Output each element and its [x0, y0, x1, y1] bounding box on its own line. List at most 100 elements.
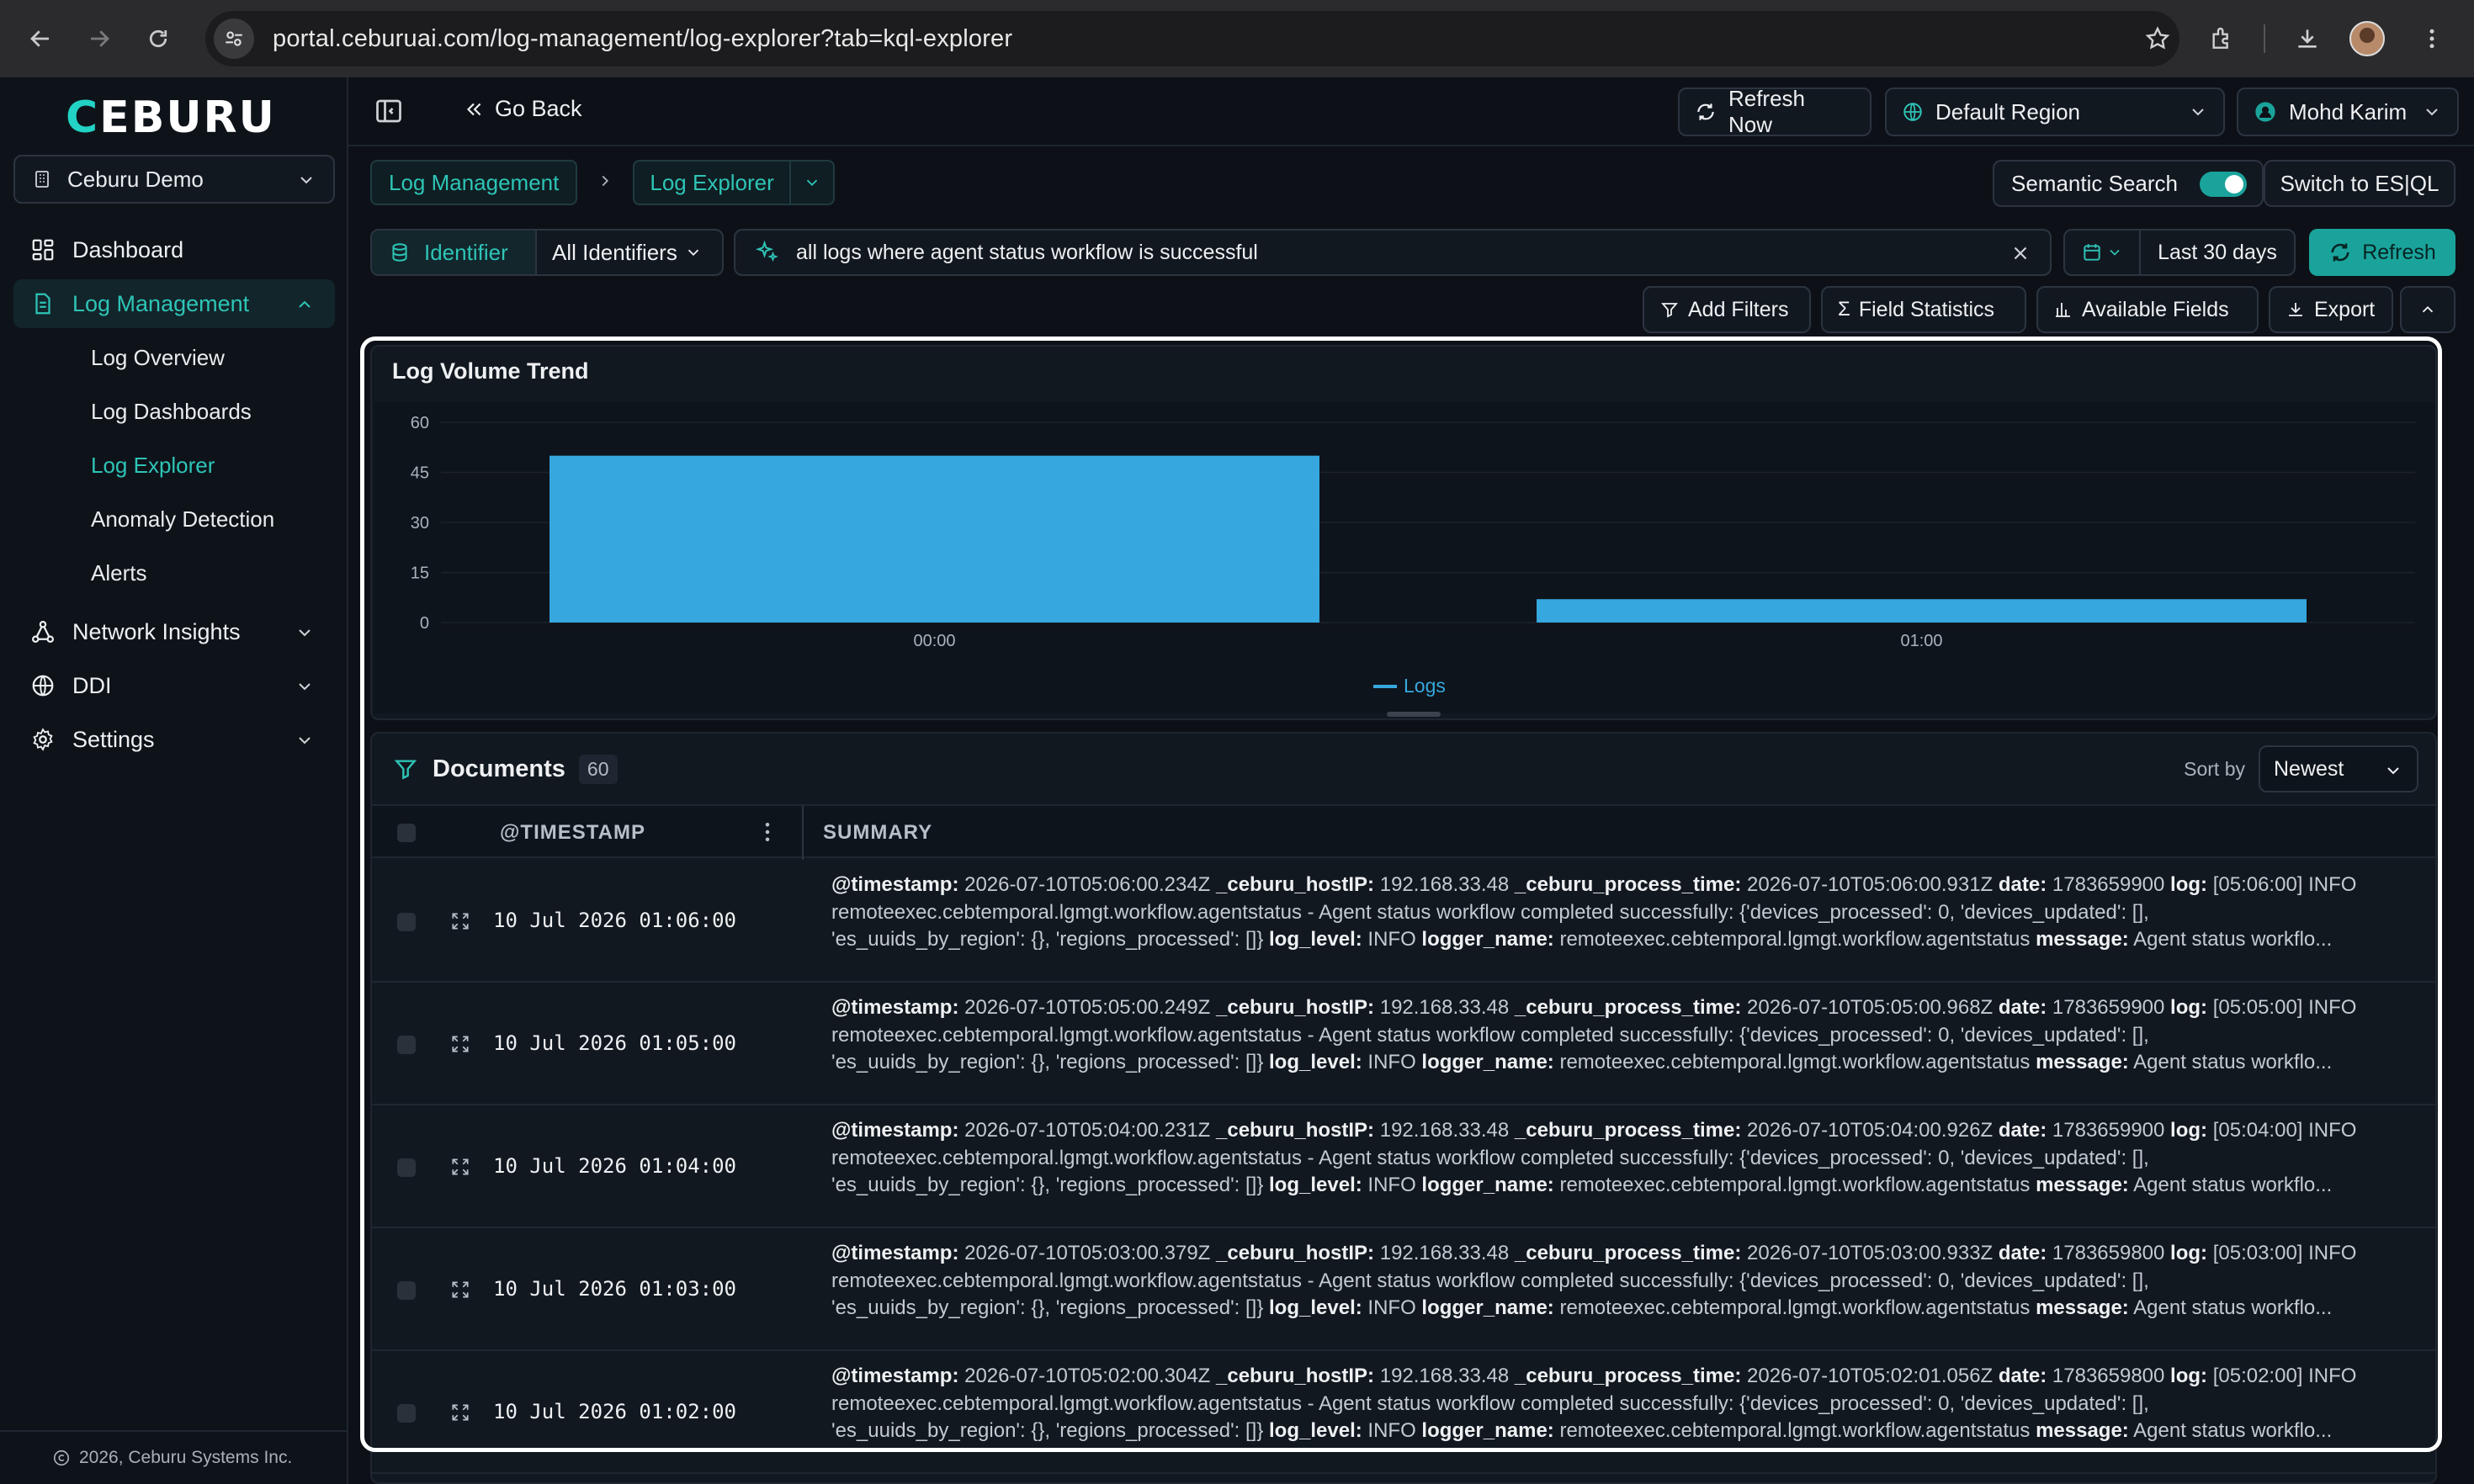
row-checkbox[interactable] [397, 1281, 416, 1300]
breadcrumb-dropdown-toggle[interactable] [791, 162, 833, 204]
chart-bar[interactable] [549, 455, 1319, 623]
documents-panel: Documents 60 Sort by Newest @TIMESTAMP S… [370, 732, 2437, 1484]
refresh-now-button[interactable]: Refresh Now [1678, 86, 1871, 137]
network-icon [32, 621, 54, 643]
table-row[interactable]: 10 Jul 2026 01:03:00 @timestamp: 2026-07-… [372, 1228, 2435, 1351]
sidebar-item-settings[interactable]: Settings [13, 715, 335, 764]
address-bar[interactable]: portal.ceburuai.com/log-management/log-e… [205, 11, 2179, 66]
field-key: _ceburu_hostIP: [1216, 1365, 1375, 1387]
y-tick-label: 0 [420, 614, 429, 633]
field-value: 1783659900 [2047, 996, 2171, 1019]
row-checkbox[interactable] [397, 1036, 416, 1054]
calendar-dropdown[interactable] [2065, 231, 2141, 274]
go-back-button[interactable]: Go Back [463, 96, 582, 122]
collapse-toggle-button[interactable] [2400, 286, 2455, 333]
forward-arrow-icon[interactable] [81, 20, 118, 57]
field-value: 192.168.33.48 [1374, 1242, 1515, 1264]
user-menu[interactable]: Mohd Karim [2237, 87, 2459, 136]
field-value: 1783659900 [2047, 873, 2171, 896]
breadcrumb-log-management[interactable]: Log Management [370, 160, 578, 205]
table-row[interactable]: 10 Jul 2026 01:02:00 @timestamp: 2026-07-… [372, 1351, 2435, 1474]
identifier-label-box: Identifier [372, 231, 537, 274]
chart-legend[interactable]: Logs [1373, 675, 1446, 697]
summary-line-2: remoteexec.cebtemporal.lgmgt.workflow.ag… [831, 1146, 2149, 1169]
x-tick-label: 00:00 [913, 632, 955, 650]
site-settings-icon[interactable] [214, 19, 254, 59]
breadcrumb-log-explorer[interactable]: Log Explorer [633, 160, 835, 205]
org-selector-label: Ceburu Demo [67, 166, 204, 192]
table-row[interactable]: 10 Jul 2026 01:06:00 @timestamp: 2026-07-… [372, 860, 2435, 983]
url-text[interactable]: portal.ceburuai.com/log-management/log-e… [273, 25, 1012, 53]
add-filters-button[interactable]: Add Filters [1643, 286, 1811, 333]
date-range-picker[interactable]: Last 30 days [2063, 229, 2296, 276]
back-arrow-icon[interactable] [22, 20, 59, 57]
ceburu-logo[interactable]: CEBURU [66, 93, 276, 143]
column-menu-icon[interactable] [755, 819, 780, 845]
sidebar-subitem-log-overview[interactable]: Log Overview [91, 345, 225, 371]
sidebar-item-network-insights[interactable]: Network Insights [13, 607, 335, 656]
sidebar-collapse-icon[interactable] [374, 96, 404, 126]
field-value: 1783659900 [2047, 1119, 2171, 1142]
sidebar-subitem-alerts[interactable]: Alerts [91, 560, 146, 586]
reload-icon[interactable] [140, 20, 177, 57]
breadcrumb-log-explorer-label-box[interactable]: Log Explorer [634, 162, 791, 204]
sidebar-subitem-log-explorer[interactable]: Log Explorer [91, 453, 215, 479]
chart-bar[interactable] [1537, 599, 2307, 623]
more-vert-icon[interactable] [2410, 17, 2454, 61]
chevron-down-icon [2192, 109, 2204, 116]
field-key: log_level: [1269, 1174, 1362, 1196]
semantic-search-switch[interactable] [2200, 172, 2247, 197]
sort-select[interactable]: Newest [2259, 745, 2418, 792]
query-input[interactable]: all logs where agent status workflow is … [734, 229, 2052, 276]
row-timestamp: 10 Jul 2026 01:03:00 [493, 1277, 736, 1301]
expand-icon[interactable] [449, 1402, 471, 1423]
field-value: remoteexec.cebtemporal.lgmgt.workflow.ag… [1553, 1051, 2036, 1073]
field-statistics-button[interactable]: Σ Field Statistics [1821, 286, 2026, 333]
y-tick-label: 15 [411, 564, 429, 583]
resize-handle[interactable] [1387, 712, 1441, 717]
table-row[interactable]: 10 Jul 2026 01:05:00 @timestamp: 2026-07-… [372, 983, 2435, 1105]
identifier-dropdown[interactable]: All Identifiers [537, 231, 722, 274]
column-resize-handle[interactable] [802, 806, 804, 860]
row-checkbox[interactable] [397, 1158, 416, 1177]
identifier-selector[interactable]: Identifier All Identifiers [370, 229, 724, 276]
select-all-checkbox[interactable] [397, 824, 416, 842]
expand-icon[interactable] [449, 1156, 471, 1178]
row-checkbox[interactable] [397, 913, 416, 931]
sidebar-subitem-log-dashboards[interactable]: Log Dashboards [91, 399, 252, 425]
chevron-down-icon [299, 737, 311, 745]
table-row[interactable]: 10 Jul 2026 01:04:00 @timestamp: 2026-07-… [372, 1105, 2435, 1228]
refresh-button[interactable]: Refresh [2309, 229, 2455, 276]
switch-to-esql-button[interactable]: Switch to ES|QL [2264, 160, 2455, 207]
available-fields-button[interactable]: Available Fields [2036, 286, 2259, 333]
expand-icon[interactable] [449, 1033, 471, 1055]
export-button[interactable]: Export [2269, 286, 2393, 333]
expand-icon[interactable] [449, 910, 471, 932]
download-icon[interactable] [2286, 17, 2329, 61]
org-selector[interactable]: Ceburu Demo [13, 155, 335, 204]
sidebar-item-ddi[interactable]: DDI [13, 661, 335, 710]
column-header-timestamp[interactable]: @TIMESTAMP [500, 821, 645, 845]
globe-icon [32, 675, 54, 697]
sidebar-item-dashboard[interactable]: Dashboard [13, 225, 335, 274]
field-value: 2026-07-10T05:06:00.234Z [958, 873, 1216, 896]
column-header-summary[interactable]: SUMMARY [823, 821, 932, 845]
region-selector[interactable]: Default Region [1885, 87, 2225, 136]
semantic-search-toggle-box[interactable]: Semantic Search [1993, 160, 2264, 207]
sidebar-item-log-management[interactable]: Log Management [13, 279, 335, 328]
sidebar-subitem-anomaly-detection[interactable]: Anomaly Detection [91, 506, 274, 533]
chevron-up-icon [299, 300, 311, 308]
query-text[interactable]: all logs where agent status workflow is … [796, 241, 1258, 265]
y-tick-label: 30 [411, 514, 429, 533]
field-key: @timestamp: [831, 1242, 959, 1264]
filter-icon[interactable] [392, 755, 419, 782]
profile-avatar[interactable] [2349, 21, 2385, 56]
add-filters-label: Add Filters [1688, 297, 1789, 321]
row-checkbox[interactable] [397, 1404, 416, 1423]
close-icon[interactable] [2009, 242, 2031, 264]
summary-line-1: @timestamp: 2026-07-10T05:05:00.249Z _ce… [831, 994, 2422, 1022]
extensions-icon[interactable] [2200, 17, 2243, 61]
star-icon[interactable] [2136, 17, 2179, 61]
summary-line-2: remoteexec.cebtemporal.lgmgt.workflow.ag… [831, 900, 2149, 924]
expand-icon[interactable] [449, 1279, 471, 1301]
